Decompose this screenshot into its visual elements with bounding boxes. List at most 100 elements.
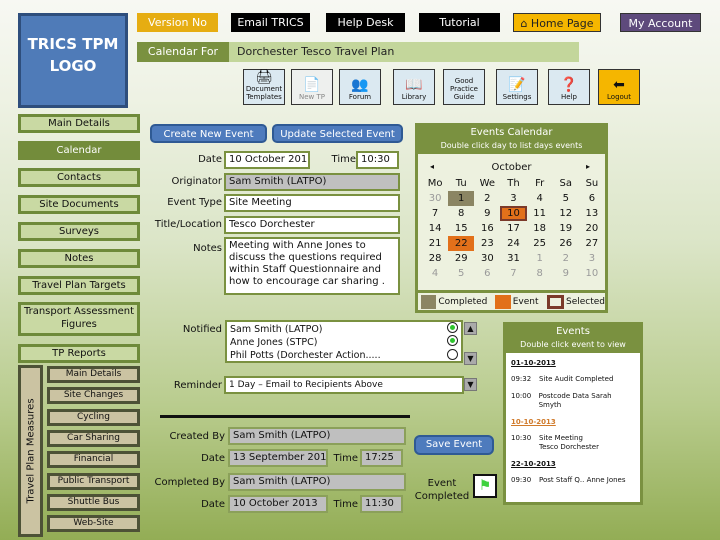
calendar-day[interactable]: 31 bbox=[500, 251, 526, 266]
create-new-event-button[interactable]: Create New Event bbox=[150, 124, 267, 143]
sidebar-item-calendar[interactable]: Calendar bbox=[18, 141, 140, 160]
measure-item-main-details[interactable]: Main Details bbox=[47, 366, 140, 383]
calendar-day[interactable]: 17 bbox=[500, 221, 526, 236]
measure-item-site-changes[interactable]: Site Changes bbox=[47, 387, 140, 405]
calendar-day[interactable]: 14 bbox=[422, 221, 448, 236]
calendar-day-selected[interactable]: 10 bbox=[500, 206, 527, 221]
sidebar-item-contacts[interactable]: Contacts bbox=[18, 168, 140, 187]
calendar-day[interactable]: 30 bbox=[422, 191, 448, 206]
sidebar-item-transport-assessment-figures[interactable]: Transport Assessment Figures bbox=[18, 302, 140, 336]
weekday-header: Su bbox=[585, 178, 599, 189]
date-field[interactable]: 10 October 2013 bbox=[224, 151, 310, 169]
notified-radio-2[interactable] bbox=[447, 335, 458, 346]
calendar-day[interactable]: 24 bbox=[500, 236, 526, 251]
event-completed-checkbox[interactable]: ⚑ bbox=[473, 474, 497, 498]
calendar-for-label: Calendar For bbox=[137, 42, 229, 62]
toolbar-help-button[interactable]: ❓ Help bbox=[548, 69, 590, 105]
sidebar-item-site-documents[interactable]: Site Documents bbox=[18, 195, 140, 214]
calendar-day[interactable]: 8 bbox=[448, 206, 474, 221]
calendar-day[interactable]: 1 bbox=[527, 251, 553, 266]
calendar-day[interactable]: 15 bbox=[448, 221, 474, 236]
reminder-select[interactable]: 1 Day – Email to Recipients Above bbox=[224, 376, 464, 394]
calendar-day[interactable]: 20 bbox=[579, 221, 605, 236]
toolbar-library-button[interactable]: 📖 Library bbox=[393, 69, 435, 105]
notified-radio-3[interactable] bbox=[447, 349, 458, 360]
toolbar-document-templates-button[interactable]: 🖨 Document Templates bbox=[243, 69, 285, 105]
calendar-day[interactable]: 2 bbox=[474, 191, 500, 206]
calendar-day[interactable]: 3 bbox=[500, 191, 526, 206]
calendar-day[interactable]: 10 bbox=[579, 266, 605, 281]
toolbar-good-practice-guide-button[interactable]: Good Practice Guide bbox=[443, 69, 485, 105]
calendar-day[interactable]: 23 bbox=[474, 236, 500, 251]
calendar-day[interactable]: 12 bbox=[553, 206, 579, 221]
notified-item: Sam Smith (LATPO) bbox=[230, 324, 323, 335]
event-list-item[interactable]: 09:30 Post Staff Q.. Anne Jones bbox=[511, 476, 635, 485]
calendar-day[interactable]: 29 bbox=[448, 251, 474, 266]
calendar-week: 7 8 9 10 11 12 13 bbox=[422, 206, 605, 221]
notified-radio-1[interactable] bbox=[447, 322, 458, 333]
event-list-item[interactable]: 10:30 Site Meeting Tesco Dorchester bbox=[511, 434, 635, 452]
calendar-day[interactable]: 5 bbox=[553, 191, 579, 206]
calendar-day[interactable]: 7 bbox=[500, 266, 526, 281]
title-location-label: Title/Location bbox=[154, 219, 222, 230]
calendar-day[interactable]: 19 bbox=[553, 221, 579, 236]
calendar-day[interactable]: 16 bbox=[474, 221, 500, 236]
measure-item-financial[interactable]: Financial bbox=[47, 451, 140, 469]
notes-field[interactable]: Meeting with Anne Jones to discuss the q… bbox=[224, 237, 400, 295]
calendar-day[interactable]: 18 bbox=[527, 221, 553, 236]
help-desk-button[interactable]: Help Desk bbox=[326, 13, 405, 32]
calendar-day[interactable]: 2 bbox=[553, 251, 579, 266]
calendar-day[interactable]: 30 bbox=[474, 251, 500, 266]
calendar-day[interactable]: 27 bbox=[579, 236, 605, 251]
version-button[interactable]: Version No bbox=[137, 13, 218, 32]
toolbar-new-tp-button[interactable]: 📄 New TP bbox=[291, 69, 333, 105]
calendar-day[interactable]: 9 bbox=[474, 206, 500, 221]
tutorial-button[interactable]: Tutorial bbox=[419, 13, 500, 32]
calendar-day[interactable]: 4 bbox=[422, 266, 448, 281]
sidebar-item-main-details[interactable]: Main Details bbox=[18, 114, 140, 133]
notified-list[interactable]: Sam Smith (LATPO) Anne Jones (STPC) Phil… bbox=[225, 320, 463, 363]
save-event-button[interactable]: Save Event bbox=[414, 435, 494, 455]
measure-item-cycling[interactable]: Cycling bbox=[47, 408, 140, 426]
calendar-day[interactable]: 21 bbox=[422, 236, 448, 251]
scroll-down-button[interactable]: ▼ bbox=[464, 352, 477, 365]
calendar-day[interactable]: 6 bbox=[579, 191, 605, 206]
measure-item-shuttle-bus[interactable]: Shuttle Bus bbox=[47, 493, 140, 511]
sidebar-item-travel-plan-targets[interactable]: Travel Plan Targets bbox=[18, 276, 140, 295]
calendar-day[interactable]: 6 bbox=[474, 266, 500, 281]
calendar-day[interactable]: 5 bbox=[448, 266, 474, 281]
next-month-button[interactable]: ▸ bbox=[586, 162, 590, 171]
toolbar-logout-button[interactable]: ⬅ Logout bbox=[598, 69, 640, 105]
measure-item-web-site[interactable]: Web-Site bbox=[47, 515, 140, 533]
calendar-day[interactable]: 26 bbox=[553, 236, 579, 251]
update-selected-event-button[interactable]: Update Selected Event bbox=[272, 124, 403, 143]
calendar-day[interactable]: 8 bbox=[527, 266, 553, 281]
scroll-up-button[interactable]: ▲ bbox=[464, 322, 477, 335]
measure-item-public-transport[interactable]: Public Transport bbox=[47, 472, 140, 490]
event-list-item[interactable]: 09:32 Site Audit Completed bbox=[511, 375, 635, 384]
calendar-day[interactable]: 28 bbox=[422, 251, 448, 266]
calendar-day-event[interactable]: 22 bbox=[448, 236, 475, 251]
calendar-day[interactable]: 25 bbox=[527, 236, 553, 251]
calendar-day[interactable]: 3 bbox=[579, 251, 605, 266]
toolbar-forum-button[interactable]: 👥 Forum bbox=[339, 69, 381, 105]
title-location-field[interactable]: Tesco Dorchester bbox=[224, 216, 400, 234]
calendar-day-completed[interactable]: 1 bbox=[448, 191, 475, 206]
calendar-day[interactable]: 7 bbox=[422, 206, 448, 221]
my-account-button[interactable]: My Account bbox=[620, 13, 701, 32]
calendar-day[interactable]: 9 bbox=[553, 266, 579, 281]
time-field[interactable]: 10:30 bbox=[356, 151, 399, 169]
home-page-button[interactable]: ⌂ Home Page bbox=[513, 13, 601, 32]
measure-item-car-sharing[interactable]: Car Sharing bbox=[47, 429, 140, 447]
calendar-day[interactable]: 13 bbox=[579, 206, 605, 221]
calendar-day[interactable]: 11 bbox=[527, 206, 553, 221]
event-type-field[interactable]: Site Meeting bbox=[224, 194, 400, 212]
calendar-day[interactable]: 4 bbox=[527, 191, 553, 206]
toolbar-settings-button[interactable]: 📝 Settings bbox=[496, 69, 538, 105]
email-trics-button[interactable]: Email TRICS bbox=[231, 13, 310, 32]
reminder-dropdown-icon[interactable]: ▼ bbox=[464, 378, 477, 391]
event-list-item[interactable]: 10:00 Postcode Data Sarah Smyth bbox=[511, 392, 635, 410]
sidebar-item-tp-reports[interactable]: TP Reports bbox=[18, 344, 140, 363]
sidebar-item-surveys[interactable]: Surveys bbox=[18, 222, 140, 241]
sidebar-item-notes[interactable]: Notes bbox=[18, 249, 140, 268]
